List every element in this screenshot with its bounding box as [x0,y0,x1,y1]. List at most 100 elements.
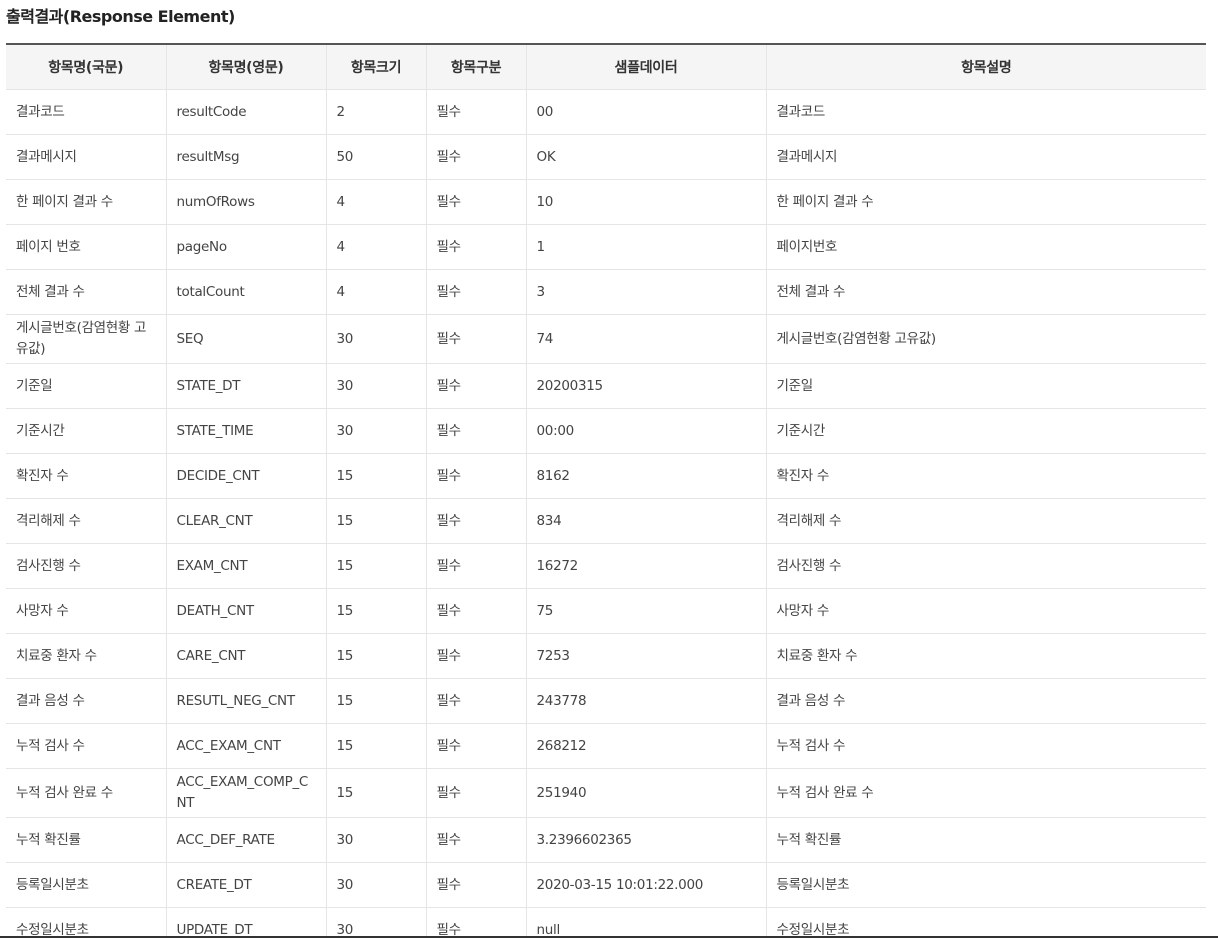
cell-type: 필수 [426,498,527,544]
cell-sample: 00 [526,89,767,135]
table-row: 누적 확진률 ACC_DEF_RATE 30 필수 3.2396602365 누적 확진률 [6,817,1206,863]
cell-size: 15 [326,498,427,544]
table-row: 치료중 환자 수 CARE_CNT 15 필수 7253 치료중 환자 수 [6,633,1206,679]
cell-name-ko: 전체 결과 수 [6,269,167,315]
cell-description: 게시글번호(감염현황 고유값) [766,314,1206,364]
cell-sample: 3 [526,269,767,315]
cell-name-en: SEQ [166,314,327,364]
cell-description: 결과코드 [766,89,1206,135]
cell-name-en: numOfRows [166,179,327,225]
cell-description: 페이지번호 [766,224,1206,270]
cell-description: 누적 확진률 [766,817,1206,863]
cell-name-ko: 수정일시분초 [6,907,167,938]
cell-type: 필수 [426,633,527,679]
table-header-row: 항목명(국문) 항목명(영문) 항목크기 항목구분 샘플데이터 항목설명 [6,44,1206,90]
cell-name-ko: 기준시간 [6,408,167,454]
cell-sample: 7253 [526,633,767,679]
cell-type: 필수 [426,89,527,135]
cell-type: 필수 [426,269,527,315]
cell-sample: 8162 [526,453,767,499]
header-name-en: 항목명(영문) [166,44,327,90]
cell-name-ko: 한 페이지 결과 수 [6,179,167,225]
table-row: 결과코드 resultCode 2 필수 00 결과코드 [6,89,1206,135]
cell-name-en: CLEAR_CNT [166,498,327,544]
table-row: 검사진행 수 EXAM_CNT 15 필수 16272 검사진행 수 [6,543,1206,589]
cell-sample: 10 [526,179,767,225]
table-row: 한 페이지 결과 수 numOfRows 4 필수 10 한 페이지 결과 수 [6,179,1206,225]
cell-size: 15 [326,768,427,818]
header-sample: 샘플데이터 [526,44,767,90]
table-body: 결과코드 resultCode 2 필수 00 결과코드 결과메시지 resultMsg 50 필… [6,89,1206,938]
cell-size: 15 [326,723,427,769]
cell-description: 결과 음성 수 [766,678,1206,724]
cell-name-ko: 검사진행 수 [6,543,167,589]
table-row: 게시글번호(감염현황 고유값) SEQ 30 필수 74 게시글번호(감염현황 고유값) [6,314,1206,364]
cell-description: 격리해제 수 [766,498,1206,544]
cell-type: 필수 [426,314,527,364]
cell-name-ko: 사망자 수 [6,588,167,634]
cell-description: 누적 검사 완료 수 [766,768,1206,818]
table-row: 등록일시분초 CREATE_DT 30 필수 2020-03-15 10:01:22.0… [6,862,1206,908]
table-row: 격리해제 수 CLEAR_CNT 15 필수 834 격리해제 수 [6,498,1206,544]
response-element-table: 항목명(국문) 항목명(영문) 항목크기 항목구분 샘플데이터 항목설명 결과코… [6,43,1206,938]
cell-type: 필수 [426,588,527,634]
cell-sample: 74 [526,314,767,364]
header-description: 항목설명 [766,44,1206,90]
cell-name-ko: 페이지 번호 [6,224,167,270]
cell-size: 50 [326,134,427,180]
cell-size: 15 [326,678,427,724]
cell-size: 30 [326,907,427,938]
cell-name-ko: 기준일 [6,363,167,409]
table-row: 페이지 번호 pageNo 4 필수 1 페이지번호 [6,224,1206,270]
cell-size: 2 [326,89,427,135]
cell-sample: 834 [526,498,767,544]
cell-description: 검사진행 수 [766,543,1206,589]
cell-name-en: resultCode [166,89,327,135]
cell-sample: 20200315 [526,363,767,409]
cell-type: 필수 [426,224,527,270]
header-size: 항목크기 [326,44,427,90]
cell-name-en: totalCount [166,269,327,315]
cell-sample: 1 [526,224,767,270]
cell-description: 확진자 수 [766,453,1206,499]
cell-name-en: STATE_DT [166,363,327,409]
cell-size: 30 [326,408,427,454]
cell-name-en: resultMsg [166,134,327,180]
cell-name-en: EXAM_CNT [166,543,327,589]
cell-name-en: DEATH_CNT [166,588,327,634]
cell-size: 4 [326,269,427,315]
cell-type: 필수 [426,723,527,769]
cell-name-en: ACC_EXAM_COMP_CNT [166,768,327,818]
cell-sample: 75 [526,588,767,634]
table-row: 기준일 STATE_DT 30 필수 20200315 기준일 [6,363,1206,409]
cell-name-en: pageNo [166,224,327,270]
cell-size: 30 [326,363,427,409]
cell-size: 30 [326,817,427,863]
cell-name-ko: 치료중 환자 수 [6,633,167,679]
cell-description: 결과메시지 [766,134,1206,180]
cell-type: 필수 [426,543,527,589]
table-row: 기준시간 STATE_TIME 30 필수 00:00 기준시간 [6,408,1206,454]
cell-sample: 3.2396602365 [526,817,767,863]
cell-name-ko: 확진자 수 [6,453,167,499]
cell-size: 30 [326,314,427,364]
cell-description: 치료중 환자 수 [766,633,1206,679]
cell-name-ko: 누적 확진률 [6,817,167,863]
cell-name-ko: 게시글번호(감염현황 고유값) [6,314,167,364]
cell-sample: null [526,907,767,938]
cell-type: 필수 [426,134,527,180]
cell-name-en: DECIDE_CNT [166,453,327,499]
header-type: 항목구분 [426,44,527,90]
cell-description: 기준일 [766,363,1206,409]
cell-type: 필수 [426,907,527,938]
cell-description: 사망자 수 [766,588,1206,634]
cell-name-ko: 누적 검사 수 [6,723,167,769]
cell-sample: 16272 [526,543,767,589]
table-row: 누적 검사 수 ACC_EXAM_CNT 15 필수 268212 누적 검사 수 [6,723,1206,769]
cell-size: 4 [326,224,427,270]
table-row: 수정일시분초 UPDATE_DT 30 필수 null 수정일시분초 [6,907,1206,938]
cell-size: 30 [326,862,427,908]
cell-description: 전체 결과 수 [766,269,1206,315]
cell-name-ko: 결과메시지 [6,134,167,180]
table-row: 전체 결과 수 totalCount 4 필수 3 전체 결과 수 [6,269,1206,315]
